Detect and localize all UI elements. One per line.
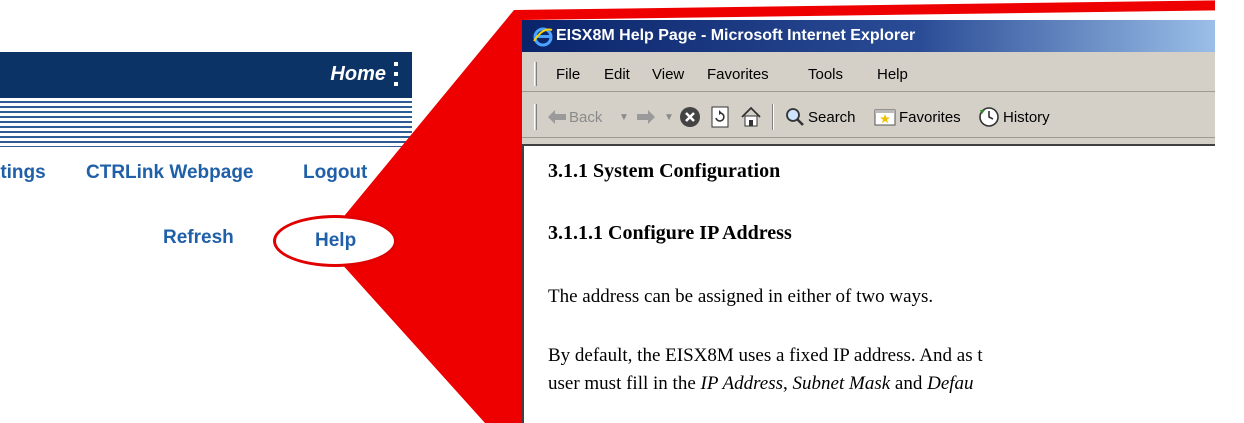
history-icon	[979, 107, 999, 127]
menu-tools[interactable]: Tools	[808, 66, 843, 83]
back-button-label: Back	[569, 108, 603, 126]
refresh-button[interactable]	[710, 96, 730, 138]
ie-icon	[533, 27, 553, 47]
paragraph-default-line2: user must fill in the IP Address, Subnet…	[548, 373, 974, 395]
default-term: Defau	[927, 373, 974, 394]
window-titlebar: EISX8M Help Page - Microsoft Internet Ex…	[522, 20, 1244, 52]
search-button[interactable]: Search	[785, 96, 856, 138]
forward-button[interactable]	[637, 96, 655, 138]
favorites-button[interactable]: Favorites	[874, 96, 961, 138]
ip-address-term: IP Address	[700, 373, 784, 394]
stop-icon	[680, 107, 700, 127]
page-content: 3.1.1 System Configuration 3.1.1.1 Confi…	[522, 144, 1244, 423]
menu-edit[interactable]: Edit	[604, 66, 630, 83]
window-title: EISX8M Help Page - Microsoft Internet Ex…	[556, 27, 916, 44]
toolbar-separator	[772, 104, 774, 130]
para2-and: and	[890, 373, 928, 394]
home-icon	[741, 106, 761, 127]
para2-text-start: user must fill in the	[548, 373, 701, 394]
home-button[interactable]	[740, 96, 762, 138]
back-arrow-icon	[548, 110, 566, 124]
stop-button[interactable]	[679, 96, 701, 138]
search-button-label: Search	[808, 108, 856, 126]
favorites-button-label: Favorites	[899, 108, 961, 126]
search-icon	[786, 108, 804, 126]
standard-toolbar: Back ▼ ▼ Search Favorites History	[522, 96, 1244, 138]
back-button[interactable]: Back	[548, 96, 602, 138]
subnet-mask-term: Subnet Mask	[792, 373, 891, 394]
subsection-heading: 3.1.1.1 Configure IP Address	[548, 222, 792, 244]
menu-bar: File Edit View Favorites Tools Help	[522, 56, 1244, 92]
section-heading: 3.1.1 System Configuration	[548, 160, 781, 182]
browser-window: EISX8M Help Page - Microsoft Internet Ex…	[522, 20, 1244, 423]
menubar-grip[interactable]	[534, 62, 537, 86]
back-dropdown-icon[interactable]: ▼	[619, 96, 629, 138]
menu-favorites[interactable]: Favorites	[707, 66, 769, 83]
toolbar-grip[interactable]	[534, 104, 537, 130]
favorites-icon	[874, 109, 896, 126]
menu-view[interactable]: View	[652, 66, 684, 83]
history-button-label: History	[1003, 108, 1050, 126]
para2-comma: ,	[783, 373, 793, 394]
menu-file[interactable]: File	[556, 66, 580, 83]
nav-help-link[interactable]: Help	[315, 230, 356, 252]
paragraph-default-line1: By default, the EISX8M uses a fixed IP a…	[548, 345, 983, 366]
menu-help[interactable]: Help	[877, 66, 908, 83]
paragraph-assignment-ways: The address can be assigned in either of…	[548, 286, 934, 307]
forward-arrow-icon	[637, 110, 655, 124]
torn-edge-mask	[1215, 0, 1244, 423]
refresh-icon	[711, 106, 729, 128]
forward-dropdown-icon[interactable]: ▼	[664, 96, 674, 138]
history-button[interactable]: History	[978, 96, 1050, 138]
